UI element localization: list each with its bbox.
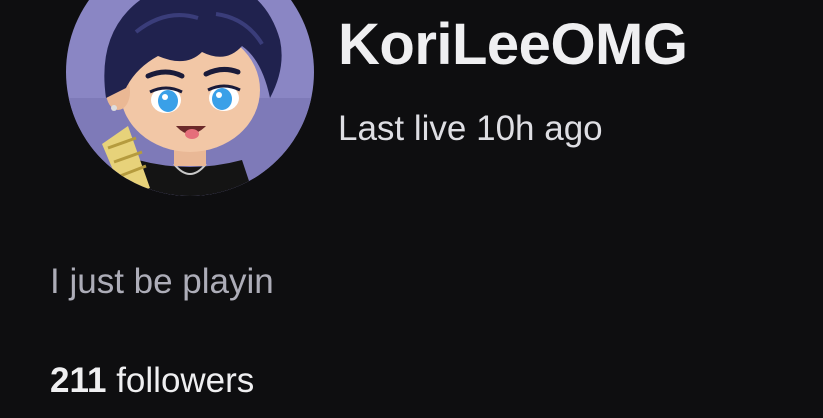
channel-bio: I just be playin bbox=[50, 262, 274, 301]
channel-name[interactable]: KoriLeeOMG bbox=[338, 16, 688, 74]
last-live-status: Last live 10h ago bbox=[338, 109, 603, 148]
avatar-illustration-icon bbox=[66, 0, 314, 196]
followers-number: 211 bbox=[50, 361, 107, 400]
followers-label: followers bbox=[116, 361, 255, 400]
followers-count[interactable]: 211 followers bbox=[50, 363, 254, 398]
channel-avatar[interactable] bbox=[66, 0, 314, 196]
